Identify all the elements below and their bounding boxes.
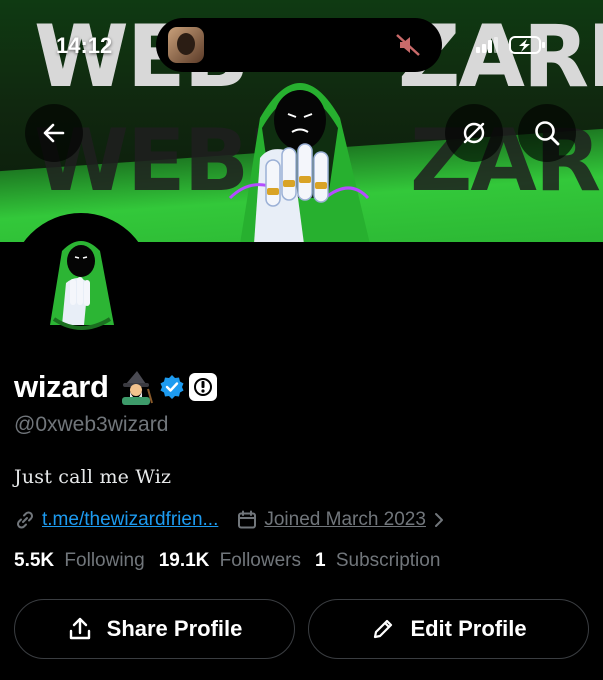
following-count: 5.5K	[14, 550, 55, 571]
affiliation-badge[interactable]	[188, 373, 217, 401]
subscription-stat[interactable]: 1 Subscription	[315, 550, 440, 572]
following-stat[interactable]: 5.5K Following	[14, 550, 145, 572]
back-button[interactable]	[25, 104, 83, 162]
profile-bio: Just call me Wiz	[14, 466, 172, 488]
share-profile-label: Share Profile	[106, 616, 243, 641]
stats-row: 5.5K Following 19.1K Followers 1 Subscri…	[14, 550, 454, 572]
caller-avatar	[168, 27, 204, 63]
followers-stat[interactable]: 19.1K Followers	[159, 550, 301, 572]
search-icon	[535, 121, 560, 146]
chevron-right-icon[interactable]	[432, 510, 446, 530]
edit-profile-button[interactable]: Edit Profile	[308, 599, 589, 659]
link-icon	[16, 511, 34, 529]
subscription-count: 1	[314, 550, 326, 571]
share-icon	[69, 617, 90, 640]
mage-emoji-icon	[121, 371, 153, 405]
profile-avatar[interactable]	[10, 213, 152, 355]
subscription-label: Subscription	[335, 550, 441, 571]
arrow-left-icon	[43, 123, 65, 143]
calendar-icon	[238, 510, 257, 529]
verified-badge-icon[interactable]	[159, 374, 185, 400]
profile-link[interactable]: t.me/thewizardfrien...	[42, 509, 218, 531]
wizard-avatar-image	[14, 217, 148, 351]
share-profile-button[interactable]: Share Profile	[14, 599, 295, 659]
edit-profile-label: Edit Profile	[410, 616, 527, 641]
affiliation-icon	[193, 378, 212, 396]
joined-date[interactable]: Joined March 2023	[264, 509, 426, 531]
name-row: wizard	[14, 365, 217, 409]
search-button[interactable]	[518, 104, 576, 162]
dynamic-island[interactable]	[156, 18, 442, 72]
mute-icon	[396, 34, 420, 56]
grok-icon	[463, 122, 485, 144]
profile-meta-row: t.me/thewizardfrien... Joined March 2023	[14, 507, 446, 533]
display-name: wizard	[14, 369, 109, 404]
followers-count: 19.1K	[158, 550, 210, 571]
pencil-icon	[374, 619, 393, 639]
grok-button[interactable]	[445, 104, 503, 162]
user-handle: @0xweb3wizard	[14, 413, 169, 436]
following-label: Following	[64, 550, 145, 571]
profile-banner[interactable]: WEB ZARD WEB3 ZARD 14:12	[0, 0, 603, 242]
wizard-illustration	[228, 83, 370, 242]
status-time: 14:12	[56, 33, 113, 58]
status-icons	[476, 36, 545, 54]
followers-label: Followers	[219, 550, 301, 571]
